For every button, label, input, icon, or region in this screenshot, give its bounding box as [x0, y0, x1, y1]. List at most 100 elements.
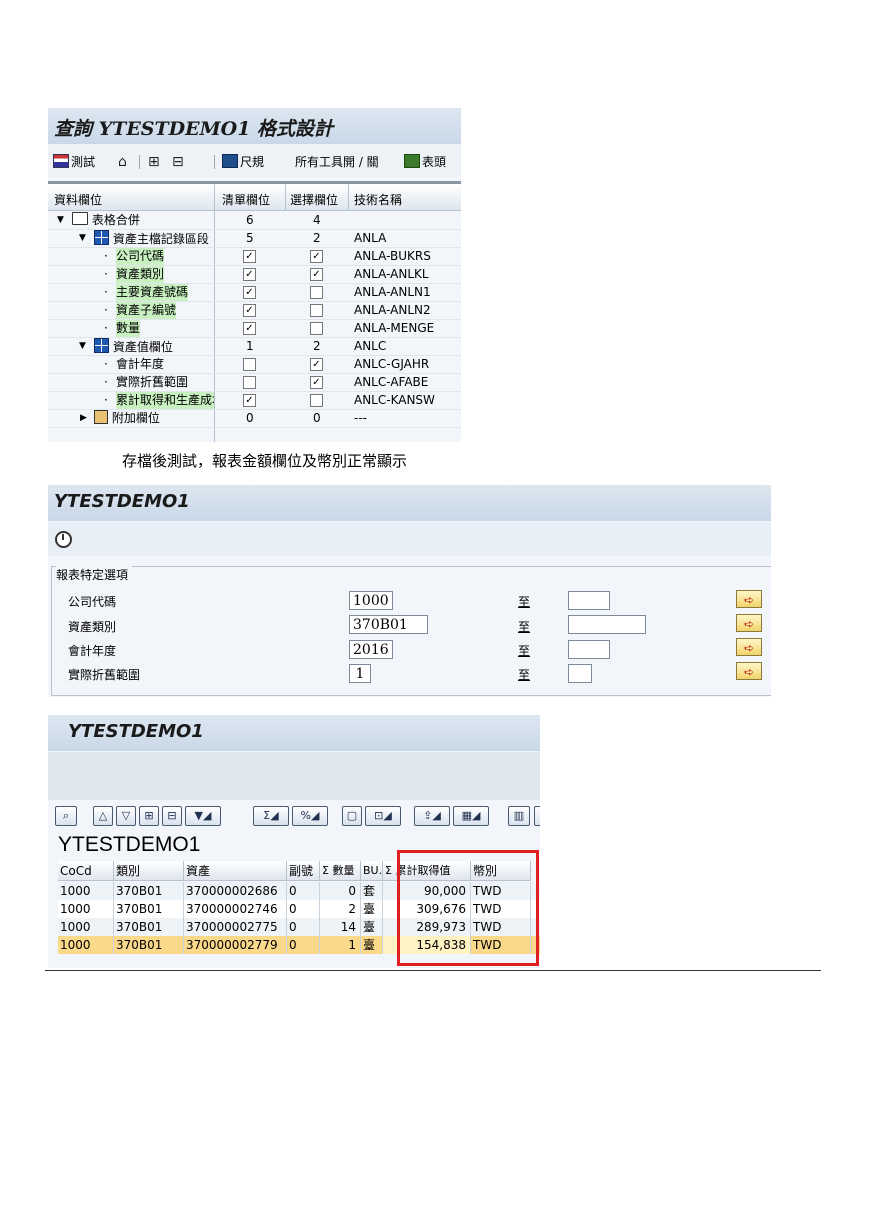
col-list-field: 清單欄位: [222, 193, 271, 207]
application-toolbar: [48, 752, 540, 800]
select-checkbox[interactable]: ✓: [310, 250, 323, 263]
col-select-field: 選擇欄位: [290, 193, 339, 207]
select-checkbox[interactable]: ✓: [310, 376, 323, 389]
find-next-icon[interactable]: ⊟: [162, 806, 182, 826]
tree-leaf[interactable]: · 實際折舊範圍 ✓ ANLC-AFABE: [48, 374, 461, 392]
ruler-button[interactable]: 尺規: [222, 153, 264, 171]
select-checkbox[interactable]: [310, 286, 323, 299]
list-checkbox[interactable]: [243, 376, 256, 389]
tree-node-table-join[interactable]: ▼ 表格合併 6 4: [48, 212, 461, 230]
hierarchy-icon[interactable]: ⌂: [118, 153, 127, 171]
export-icon[interactable]: ⇪◢: [414, 806, 450, 826]
col-subnumber[interactable]: 副號: [287, 861, 320, 881]
separator: [214, 155, 215, 169]
sort-asc-icon[interactable]: △: [93, 806, 113, 826]
col-cocd[interactable]: CoCd: [58, 861, 114, 881]
field-label: 公司代碼: [68, 595, 117, 609]
list-checkbox[interactable]: [243, 358, 256, 371]
list-checkbox[interactable]: ✓: [243, 394, 256, 407]
tree-leaf[interactable]: · 資產子編號 ✓ ANLA-ANLN2: [48, 302, 461, 320]
filter-icon[interactable]: ▼◢: [185, 806, 221, 826]
multiple-selection-button[interactable]: ➪: [736, 614, 762, 632]
window-title: YTESTDEMO1: [68, 721, 204, 742]
test-button[interactable]: 測試: [53, 153, 95, 171]
print-preview-icon[interactable]: ▢: [342, 806, 362, 826]
tree-leaf[interactable]: · 累計取得和生產成本 ✓ ANLC-KANSW: [48, 392, 461, 410]
more-icon[interactable]: [534, 806, 540, 826]
asset-class-to-input[interactable]: [568, 615, 646, 634]
multiple-selection-button[interactable]: ➪: [736, 638, 762, 656]
find-icon[interactable]: ⊞: [148, 153, 160, 171]
execute-icon[interactable]: [55, 531, 72, 548]
company-code-to-input[interactable]: [568, 591, 610, 610]
asset-class-input[interactable]: 370B01: [349, 615, 428, 634]
col-unit[interactable]: BU..: [361, 861, 383, 881]
tree-node-additional[interactable]: ▶ 附加欄位 0 0 ---: [48, 410, 461, 428]
expand-down-icon[interactable]: ▼: [79, 338, 86, 355]
toolbar: 測試 ⌂ ⊞ ⊟ 尺規 所有工具開 / 關 表頭: [48, 145, 461, 177]
list-checkbox[interactable]: ✓: [243, 268, 256, 281]
tree-header: 資料欄位 清單欄位 選擇欄位 技術名稱: [48, 181, 461, 211]
format-design-window: 查詢 YTESTDEMO1 格式設計 測試 ⌂ ⊞ ⊟ 尺規 所有工具開 / 關…: [48, 108, 461, 442]
list-checkbox[interactable]: ✓: [243, 322, 256, 335]
multiple-selection-button[interactable]: ➪: [736, 662, 762, 680]
col-data-field: 資料欄位: [54, 193, 103, 207]
find-next-icon[interactable]: ⊟: [172, 153, 184, 171]
depreciation-area-input[interactable]: 1: [349, 664, 371, 683]
col-asset[interactable]: 資產: [184, 861, 287, 881]
window-title: YTESTDEMO1: [54, 491, 190, 512]
field-label: 實際折舊範圍: [68, 668, 141, 682]
page-divider: [45, 970, 821, 971]
tree-node-anla[interactable]: ▼ 資產主檔記錄區段 5 2 ANLA: [48, 230, 461, 248]
fiscal-year-to-input[interactable]: [568, 640, 610, 659]
sort-desc-icon[interactable]: ▽: [116, 806, 136, 826]
tree-leaf[interactable]: · 資產類別 ✓ ✓ ANLA-ANLKL: [48, 266, 461, 284]
find-icon[interactable]: ⊞: [139, 806, 159, 826]
col-class[interactable]: 類別: [114, 861, 184, 881]
header-button[interactable]: 表頭: [404, 153, 446, 171]
to-label: 至: [518, 595, 531, 609]
table-icon: [94, 230, 109, 245]
select-checkbox[interactable]: [310, 394, 323, 407]
select-checkbox[interactable]: ✓: [310, 268, 323, 281]
list-checkbox[interactable]: ✓: [243, 286, 256, 299]
field-label: 資產類別: [68, 620, 117, 634]
table-icon: [94, 338, 109, 353]
to-label: 至: [518, 668, 531, 682]
separator: [139, 155, 140, 169]
expand-down-icon[interactable]: ▼: [79, 230, 86, 247]
details-icon[interactable]: ⌕: [55, 806, 77, 826]
choose-layout-icon[interactable]: ▥: [508, 806, 530, 826]
col-quantity[interactable]: Σ 數量: [320, 861, 361, 881]
tree-leaf[interactable]: · 會計年度 ✓ ANLC-GJAHR: [48, 356, 461, 374]
frame-title: 報表特定選項: [56, 566, 133, 583]
ruler-icon: [222, 154, 238, 168]
all-tools-toggle[interactable]: 所有工具開 / 關: [295, 153, 379, 171]
layout-icon[interactable]: ▦◢: [453, 806, 489, 826]
field-label: 會計年度: [68, 644, 117, 658]
title-bar: YTESTDEMO1: [48, 485, 771, 521]
tree-leaf[interactable]: · 公司代碼 ✓ ✓ ANLA-BUKRS: [48, 248, 461, 266]
select-checkbox[interactable]: [310, 322, 323, 335]
list-checkbox[interactable]: ✓: [243, 304, 256, 317]
list-checkbox[interactable]: ✓: [243, 250, 256, 263]
highlight-box: [397, 850, 539, 966]
tree-leaf[interactable]: · 數量 ✓ ANLA-MENGE: [48, 320, 461, 338]
company-code-input[interactable]: 1000: [349, 591, 393, 610]
views-icon[interactable]: ⊡◢: [365, 806, 401, 826]
depreciation-area-to-input[interactable]: [568, 664, 592, 683]
caption: 存檔後測試，報表金額欄位及幣別正常顯示: [122, 452, 408, 470]
subtotal-icon[interactable]: %◢: [292, 806, 328, 826]
tree-node-anlc[interactable]: ▼ 資產值欄位 1 2 ANLC: [48, 338, 461, 356]
expand-right-icon[interactable]: ▶: [80, 410, 87, 427]
divider: [285, 184, 286, 211]
select-checkbox[interactable]: ✓: [310, 358, 323, 371]
multiple-selection-button[interactable]: ➪: [736, 590, 762, 608]
to-label: 至: [518, 620, 531, 634]
total-icon[interactable]: Σ◢: [253, 806, 289, 826]
divider: [348, 184, 349, 211]
tree-leaf[interactable]: · 主要資產號碼 ✓ ANLA-ANLN1: [48, 284, 461, 302]
expand-down-icon[interactable]: ▼: [57, 212, 64, 229]
select-checkbox[interactable]: [310, 304, 323, 317]
fiscal-year-input[interactable]: 2016: [349, 640, 393, 659]
